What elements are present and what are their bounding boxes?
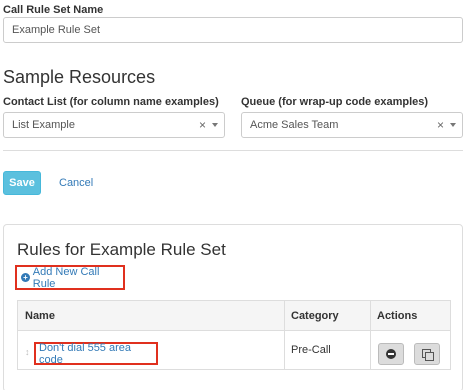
- table-row-category: Pre-Call: [291, 331, 331, 369]
- minus-circle-icon: [386, 349, 396, 359]
- column-divider: [284, 301, 285, 369]
- chevron-down-icon[interactable]: [450, 123, 456, 127]
- table-row-name-link[interactable]: Don't dial 555 area code: [34, 342, 158, 366]
- save-button[interactable]: Save: [3, 171, 41, 195]
- rule-category: Pre-Call: [291, 344, 331, 356]
- queue-select[interactable]: Acme Sales Team ×: [241, 112, 463, 138]
- sample-resources-title: Sample Resources: [3, 67, 156, 87]
- column-header-category: Category: [291, 310, 339, 322]
- ruleset-name-value: Example Rule Set: [12, 24, 101, 36]
- column-header-actions: Actions: [377, 310, 418, 322]
- copy-rule-button[interactable]: [414, 343, 440, 365]
- contact-list-label: Contact List (for column name examples): [3, 96, 219, 108]
- queue-value: Acme Sales Team: [250, 119, 339, 131]
- contact-list-select[interactable]: List Example ×: [3, 112, 225, 138]
- ruleset-name-label: Call Rule Set Name: [3, 4, 104, 16]
- drag-handle-icon[interactable]: ↕: [25, 347, 30, 357]
- clear-contact-list-icon[interactable]: ×: [199, 119, 206, 131]
- rules-table: Name Category Actions ↕ Don't dial 555 a…: [17, 300, 451, 370]
- column-divider: [370, 301, 371, 369]
- plus-circle-icon: +: [21, 273, 30, 282]
- rule-name[interactable]: Don't dial 555 area code: [39, 342, 156, 366]
- cancel-link[interactable]: Cancel: [59, 177, 93, 189]
- column-header-name: Name: [25, 310, 55, 322]
- copy-icon: [421, 348, 434, 361]
- ruleset-name-input[interactable]: Example Rule Set: [3, 17, 463, 43]
- clear-queue-icon[interactable]: ×: [437, 119, 444, 131]
- rules-panel-title: Rules for Example Rule Set: [17, 240, 226, 259]
- contact-list-value: List Example: [12, 119, 75, 131]
- chevron-down-icon[interactable]: [212, 123, 218, 127]
- delete-rule-button[interactable]: [378, 343, 404, 365]
- form-divider: [3, 150, 463, 151]
- add-new-call-rule-button[interactable]: + Add New Call Rule: [15, 265, 125, 290]
- add-rule-label: Add New Call Rule: [32, 265, 100, 290]
- queue-label: Queue (for wrap-up code examples): [241, 96, 429, 108]
- rules-panel: Rules for Example Rule Set + Add New Cal…: [3, 224, 463, 390]
